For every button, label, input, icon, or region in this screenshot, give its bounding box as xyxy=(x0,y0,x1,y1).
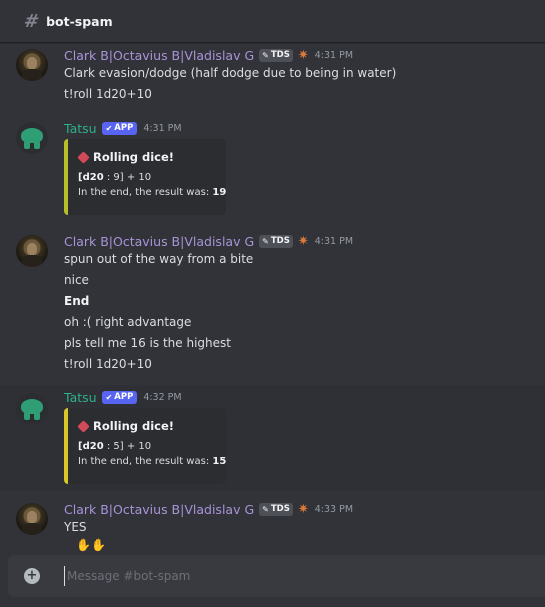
avatar[interactable] xyxy=(16,235,48,267)
roll-detail: [d20 : 9] + 10 xyxy=(78,172,152,183)
role-icon: ✷ xyxy=(297,47,309,63)
message-text: oh :( right advantage xyxy=(64,315,192,329)
message-text: t!roll 1d20+10 xyxy=(64,357,152,371)
message-group: Tatsu ✔ APP 4:31 PM Rolling dice! [d20 : … xyxy=(0,114,545,224)
dice-icon xyxy=(77,150,90,164)
message-text: Clark evasion/dodge (half dodge due to b… xyxy=(64,66,397,80)
role-icon: ✷ xyxy=(297,233,309,249)
pen-icon: ✎ xyxy=(262,51,269,60)
app-badge[interactable]: ✔ APP xyxy=(101,391,138,404)
username[interactable]: Tatsu xyxy=(64,121,97,136)
server-tag-badge[interactable]: ✎ TDS xyxy=(259,503,293,516)
praying-hands-icon: ✋✋ xyxy=(76,538,106,552)
message-group: Clark B|Octavius B|Vladislav G ✎ TDS ✷ 4:… xyxy=(0,44,545,114)
checkmark-icon: ✔ xyxy=(105,124,113,133)
message-text: spun out of the way from a bite xyxy=(64,252,254,266)
channel-name: bot-spam xyxy=(46,13,113,29)
message-header: Clark B|Octavius B|Vladislav G ✎ TDS ✷ 4:… xyxy=(64,234,353,249)
roll-detail: [d20 : 5] + 10 xyxy=(78,441,152,452)
embed-title: Rolling dice! xyxy=(77,419,174,433)
timestamp: 4:31 PM xyxy=(314,236,354,247)
username[interactable]: Clark B|Octavius B|Vladislav G xyxy=(64,48,254,63)
tag-label: APP xyxy=(114,123,134,133)
message-text: nice xyxy=(64,273,89,287)
message-text: t!roll 1d20+10 xyxy=(64,87,152,101)
embed-title: Rolling dice! xyxy=(77,150,174,164)
pen-icon: ✎ xyxy=(262,505,269,514)
tag-label: APP xyxy=(114,392,134,402)
timestamp: 4:33 PM xyxy=(314,504,354,515)
message-header: Tatsu ✔ APP 4:31 PM xyxy=(64,121,182,136)
message-composer: + xyxy=(8,555,545,597)
avatar[interactable] xyxy=(16,503,48,535)
roll-result: In the end, the result was: 15 xyxy=(78,456,227,467)
username[interactable]: Clark B|Octavius B|Vladislav G xyxy=(64,234,254,249)
embed-card: Rolling dice! [d20 : 9] + 10 In the end,… xyxy=(64,139,226,215)
add-attachment-icon[interactable]: + xyxy=(24,568,40,584)
channel-header: # bot-spam xyxy=(0,0,545,43)
message-header: Tatsu ✔ APP 4:32 PM xyxy=(64,390,182,405)
role-icon: ✷ xyxy=(297,501,309,517)
pen-icon: ✎ xyxy=(262,237,269,246)
timestamp: 4:32 PM xyxy=(143,392,182,403)
message-text: YES xyxy=(64,520,87,534)
checkmark-icon: ✔ xyxy=(105,393,113,402)
bot-avatar[interactable] xyxy=(16,122,48,154)
server-tag-badge[interactable]: ✎ TDS xyxy=(259,235,293,248)
tag-label: TDS xyxy=(270,504,290,514)
tag-label: TDS xyxy=(270,50,290,60)
message-header: Clark B|Octavius B|Vladislav G ✎ TDS ✷ 4:… xyxy=(64,48,353,63)
avatar[interactable] xyxy=(16,49,48,81)
timestamp: 4:31 PM xyxy=(143,123,182,134)
message-input[interactable] xyxy=(64,566,524,586)
message-header: Clark B|Octavius B|Vladislav G ✎ TDS ✷ 4:… xyxy=(64,502,353,517)
app-badge[interactable]: ✔ APP xyxy=(101,122,138,135)
message-text: End xyxy=(64,294,90,308)
hash-icon: # xyxy=(22,10,41,32)
dice-icon xyxy=(77,419,90,433)
tag-label: TDS xyxy=(270,236,290,246)
embed-card: Rolling dice! [d20 : 5] + 10 In the end,… xyxy=(64,408,226,484)
username[interactable]: Clark B|Octavius B|Vladislav G xyxy=(64,502,254,517)
timestamp: 4:31 PM xyxy=(314,50,354,61)
username[interactable]: Tatsu xyxy=(64,390,97,405)
bot-avatar[interactable] xyxy=(16,393,48,425)
roll-result: In the end, the result was: 19 xyxy=(78,187,227,198)
message-group: Clark B|Octavius B|Vladislav G ✎ TDS ✷ 4:… xyxy=(0,224,545,384)
server-tag-badge[interactable]: ✎ TDS xyxy=(259,49,293,62)
message-list[interactable]: Clark B|Octavius B|Vladislav G ✎ TDS ✷ 4:… xyxy=(0,44,545,554)
message-text: pls tell me 16 is the highest xyxy=(64,336,231,350)
message-group: Tatsu ✔ APP 4:32 PM Rolling dice! [d20 : … xyxy=(0,385,545,491)
